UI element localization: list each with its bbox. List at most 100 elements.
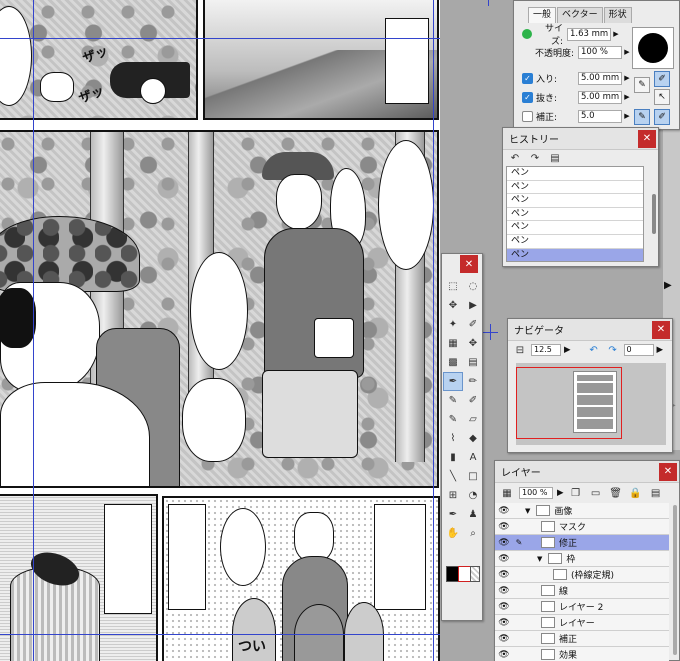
layer-row[interactable]: 👁 線 <box>495 583 669 599</box>
move-icon[interactable]: ✥ <box>444 297 462 314</box>
layer-menu-icon[interactable]: ▤ <box>648 485 664 501</box>
layer-title-bar[interactable]: レイヤー ✕ <box>495 461 679 483</box>
close-icon[interactable]: ✕ <box>652 320 670 339</box>
rotation-field[interactable]: 0 <box>623 344 654 356</box>
fill-icon[interactable]: ◆ <box>464 430 482 447</box>
select-rect-icon[interactable]: ⬚ <box>444 278 462 295</box>
brush-option-icon[interactable]: ✎ <box>634 77 650 93</box>
eraser-icon[interactable]: ▱ <box>464 411 482 428</box>
opacity-arrow-icon[interactable]: ▶ <box>622 48 632 56</box>
eye-icon[interactable]: 👁 <box>495 634 513 644</box>
layer-list[interactable]: 👁 ▼ 画像 👁 マスク 👁 ✎ 修正 👁 ▼ 枠 👁 (枠線定規) 👁 線 👁 レイヤー 2 👁 レイヤー 👁 補正 👁… <box>495 503 669 661</box>
history-item[interactable]: ペン <box>507 208 643 222</box>
pencil-icon[interactable]: ✏ <box>464 373 482 390</box>
grid-icon[interactable]: ▩ <box>444 354 462 371</box>
tool-palette-title-bar[interactable]: ✕ <box>442 254 482 274</box>
eye-icon[interactable]: 👁 <box>495 602 513 612</box>
pen-icon[interactable]: ✒ <box>443 372 463 391</box>
size-field[interactable]: 1.63 mm <box>567 27 611 41</box>
tab-shape[interactable]: 形状 <box>603 7 632 23</box>
history-item[interactable]: ペン <box>507 167 643 181</box>
brush-option-icon[interactable]: ✎ <box>634 109 650 125</box>
history-item[interactable]: ペン <box>507 221 643 235</box>
transparent-color-swatch[interactable] <box>470 566 480 582</box>
rotate-left-icon[interactable]: ↶ <box>586 342 602 358</box>
history-list[interactable]: ペン ペン ペン ペン ペン ペン ペン <box>506 166 644 262</box>
airbrush-icon[interactable]: ✐ <box>464 392 482 409</box>
layer-row[interactable]: 👁 レイヤー <box>495 615 669 631</box>
eye-icon[interactable]: 👁 <box>495 586 513 596</box>
redo-icon[interactable]: ↷ <box>527 150 543 166</box>
brush-option-icon[interactable]: ↖ <box>654 89 670 105</box>
zoom-arrow-icon[interactable]: ▶ <box>564 345 571 355</box>
eye-icon[interactable]: 👁 <box>495 522 513 532</box>
layer-scrollbar[interactable] <box>673 505 677 655</box>
size-toggle-icon[interactable] <box>522 29 532 39</box>
layer-row[interactable]: 👁 (枠線定規) <box>495 567 669 583</box>
eyedropper-icon[interactable]: ✐ <box>464 316 482 333</box>
eye-icon[interactable]: 👁 <box>495 554 513 564</box>
lasso-icon[interactable]: ◌ <box>464 278 482 295</box>
layer-opacity-field[interactable]: 100 % <box>519 487 553 499</box>
close-icon[interactable]: ✕ <box>460 255 478 273</box>
hatch-icon[interactable]: ▦ <box>444 335 462 352</box>
delete-layer-icon[interactable]: 🗑 <box>608 485 624 501</box>
text-icon[interactable]: A <box>464 449 482 466</box>
line-icon[interactable]: ╲ <box>444 468 462 485</box>
history-item[interactable]: ペン <box>507 194 643 208</box>
pen-icon[interactable]: ✎ <box>513 538 525 547</box>
frame-icon[interactable]: ⊞ <box>444 487 462 504</box>
eye-icon[interactable]: 👁 <box>495 570 513 580</box>
ruler-icon[interactable]: ▤ <box>464 354 482 371</box>
history-item[interactable]: ペン <box>507 235 643 249</box>
blend-icon[interactable]: ⌇ <box>444 430 462 447</box>
dock-arrow[interactable]: ▶ <box>664 280 672 291</box>
eye-icon[interactable]: 👁 <box>495 538 513 548</box>
layer-row[interactable]: 👁 ▼ 枠 <box>495 551 669 567</box>
eye-icon[interactable]: 👁 <box>495 618 513 628</box>
new-folder-icon[interactable]: ▭ <box>588 485 604 501</box>
new-layer-icon[interactable]: ❐ <box>568 485 584 501</box>
zoom-out-icon[interactable]: ⊟ <box>512 342 528 358</box>
layer-row[interactable]: 👁 レイヤー 2 <box>495 599 669 615</box>
hand-icon[interactable]: ✋ <box>444 525 462 542</box>
stabilization-arrow-icon[interactable]: ▶ <box>622 112 632 120</box>
layer-row[interactable]: 👁 補正 <box>495 631 669 647</box>
navigator-title-bar[interactable]: ナビゲータ ✕ <box>508 319 672 341</box>
close-icon[interactable]: ✕ <box>659 462 677 481</box>
stabilization-field[interactable]: 5.0 <box>578 109 622 123</box>
layer-row[interactable]: 👁 効果 <box>495 647 669 661</box>
undo-icon[interactable]: ↶ <box>507 150 523 166</box>
lock-icon[interactable]: 🔒 <box>628 485 644 501</box>
end-arrow-icon[interactable]: ▶ <box>622 93 632 101</box>
eye-icon[interactable]: 👁 <box>495 650 513 660</box>
end-checkbox[interactable]: ✓ <box>522 91 533 103</box>
brush-icon[interactable]: ✎ <box>444 392 462 409</box>
close-icon[interactable]: ✕ <box>638 129 656 148</box>
size-arrow-icon[interactable]: ▶ <box>611 30 621 38</box>
folder-toggle-icon[interactable]: ▼ <box>537 555 542 563</box>
opacity-arrow-icon[interactable]: ▶ <box>557 488 564 498</box>
history-scrollbar[interactable] <box>652 194 656 234</box>
correct-icon[interactable]: ✒ <box>444 506 462 523</box>
end-field[interactable]: 5.00 mm <box>578 90 622 104</box>
marker-icon[interactable]: ✎ <box>444 411 462 428</box>
gradient-icon[interactable]: ▮ <box>444 449 462 466</box>
shape-icon[interactable]: □ <box>464 468 482 485</box>
rotate-right-icon[interactable]: ↷ <box>605 342 621 358</box>
auto-select-icon[interactable]: ✦ <box>444 316 462 333</box>
folder-toggle-icon[interactable]: ▼ <box>525 507 530 515</box>
canvas[interactable]: ザッ ザッ つい <box>0 0 440 661</box>
layer-row[interactable]: 👁 ✎ 修正 <box>495 535 669 551</box>
rotation-arrow-icon[interactable]: ▶ <box>657 345 664 355</box>
zoom-icon[interactable]: ⌕ <box>464 525 482 542</box>
history-title-bar[interactable]: ヒストリー ✕ <box>503 128 658 150</box>
object-icon[interactable]: ▶ <box>464 297 482 314</box>
layer-row[interactable]: 👁 ▼ 画像 <box>495 503 669 519</box>
start-checkbox[interactable]: ✓ <box>522 72 533 84</box>
layer-row[interactable]: 👁 マスク <box>495 519 669 535</box>
balloon-icon[interactable]: ◔ <box>464 487 482 504</box>
start-arrow-icon[interactable]: ▶ <box>622 74 632 82</box>
history-item[interactable]: ペン <box>507 248 643 261</box>
start-field[interactable]: 5.00 mm <box>578 71 622 85</box>
